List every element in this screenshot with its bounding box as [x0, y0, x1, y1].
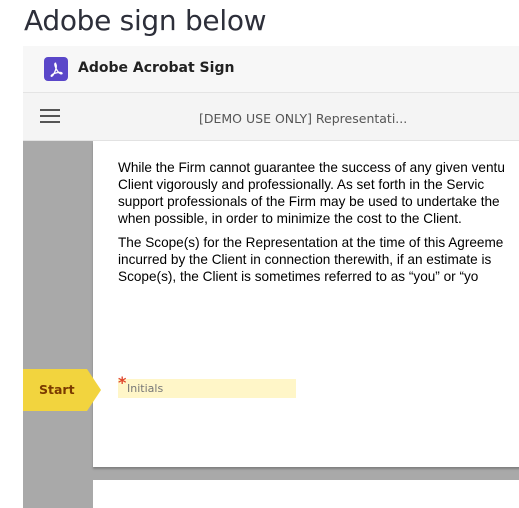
start-label: Start	[39, 382, 75, 397]
document-toolbar: [DEMO USE ONLY] Representati...	[23, 93, 519, 141]
paragraph-line: support professionals of the Firm may be…	[118, 194, 500, 209]
initials-field[interactable]: * Initials	[118, 375, 296, 398]
next-document-page	[93, 480, 519, 508]
acrobat-logo-icon	[44, 57, 68, 81]
paragraph-line: when possible, in order to minimize the …	[118, 211, 462, 226]
paragraph-line: Scope(s), the Client is sometimes referr…	[118, 269, 479, 284]
acrobat-sign-frame: Adobe Acrobat Sign [DEMO USE ONLY] Repre…	[23, 46, 519, 508]
document-page: While the Firm cannot guarantee the succ…	[93, 141, 519, 467]
start-button[interactable]: Start	[23, 369, 103, 411]
document-title: [DEMO USE ONLY] Representati...	[199, 111, 408, 126]
paragraph-line: Client vigorously and professionally. As…	[118, 177, 485, 192]
paragraph-line: While the Firm cannot guarantee the succ…	[118, 160, 505, 175]
hamburger-menu-icon[interactable]	[40, 109, 60, 125]
initials-label: Initials	[127, 382, 164, 395]
page-heading: Adobe sign below	[24, 4, 267, 37]
paragraph-line: incurred by the Client in connection the…	[118, 252, 492, 267]
app-name: Adobe Acrobat Sign	[78, 60, 235, 76]
app-header: Adobe Acrobat Sign	[23, 46, 519, 93]
paragraph-line: The Scope(s) for the Representation at t…	[118, 235, 504, 250]
document-viewer[interactable]: While the Firm cannot guarantee the succ…	[23, 141, 519, 508]
required-marker: *	[118, 373, 127, 392]
paragraph-1: While the Firm cannot guarantee the succ…	[118, 159, 519, 227]
paragraph-2: The Scope(s) for the Representation at t…	[118, 234, 519, 285]
